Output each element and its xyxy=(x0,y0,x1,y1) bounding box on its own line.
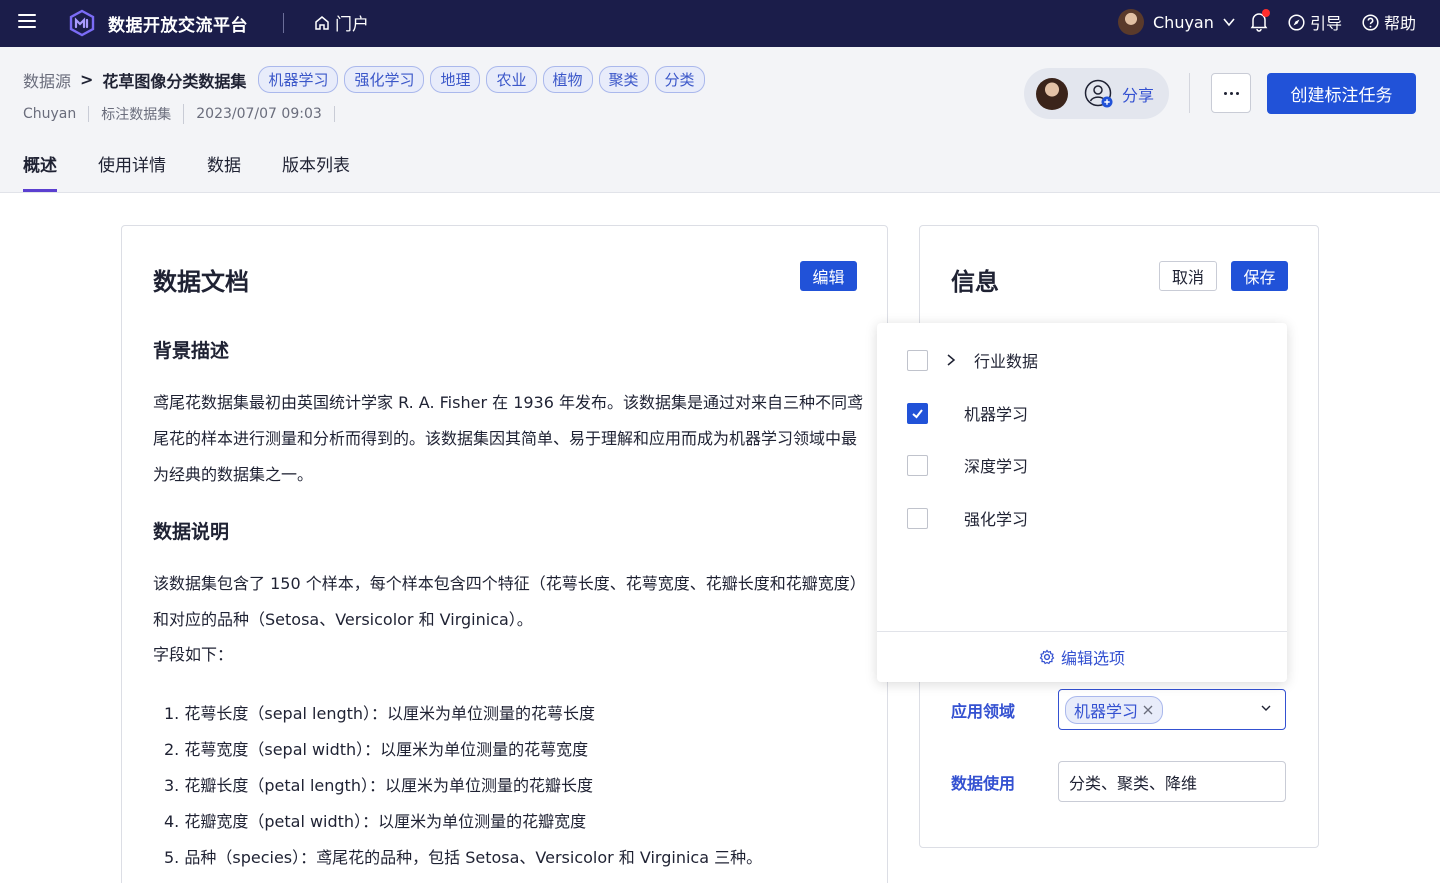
nav-divider xyxy=(283,13,284,33)
check-icon xyxy=(912,408,923,418)
user-name: Chuyan xyxy=(1153,12,1214,32)
meta-datetime: 2023/07/07 09:03 xyxy=(184,106,335,122)
option-deep-learning[interactable]: 深度学习 xyxy=(907,453,1028,477)
info-title: 信息 xyxy=(951,268,999,296)
more-dot xyxy=(1223,91,1227,95)
meta-owner: Chuyan xyxy=(23,106,90,122)
help-label: 帮助 xyxy=(1384,14,1417,33)
more-dot xyxy=(1229,91,1233,95)
selected-chip: 机器学习 xyxy=(1065,695,1164,724)
edit-button[interactable]: 编辑 xyxy=(800,261,857,291)
tag: 机器学习 xyxy=(258,66,339,93)
data-document-card: 数据文档 编辑 背景描述 鸢尾花数据集最初由英国统计学家 R. A. Fishe… xyxy=(121,225,888,883)
portal-link[interactable]: 门户 xyxy=(314,10,369,35)
list-item: 花瓣长度（petal length）：以厘米为单位测量的花瓣长度 xyxy=(164,768,762,804)
domain-dropdown: 行业数据 机器学习 深度学习 强化学习 编辑选项 xyxy=(877,323,1287,682)
usage-field-row: 数据使用 分类、聚类、降维 xyxy=(951,761,1286,802)
breadcrumb-root[interactable]: 数据源 xyxy=(23,68,71,92)
more-button[interactable] xyxy=(1211,73,1251,113)
checkbox[interactable] xyxy=(907,454,928,476)
section-title-background: 背景描述 xyxy=(153,340,230,362)
checkbox-checked[interactable] xyxy=(907,402,928,424)
more-dot xyxy=(1235,91,1239,95)
dataset-header: 数据源 > 花草图像分类数据集 机器学习 强化学习 地理 农业 植物 聚类 分类… xyxy=(0,47,1440,193)
chevron-down-icon xyxy=(1223,18,1235,27)
share-button[interactable]: 分享 xyxy=(1024,68,1169,119)
edit-options-button[interactable]: 编辑选项 xyxy=(877,631,1287,682)
home-icon xyxy=(315,15,329,30)
help-link[interactable]: 帮助 xyxy=(1362,10,1416,34)
add-user-icon xyxy=(1084,79,1113,107)
option-label: 行业数据 xyxy=(974,352,1039,371)
platform-name: 数据开放交流平台 xyxy=(108,16,248,36)
tab-usage-details[interactable]: 使用详情 xyxy=(98,151,166,192)
guide-link[interactable]: 引导 xyxy=(1288,10,1342,34)
guide-label: 引导 xyxy=(1310,14,1343,33)
list-item: 花萼长度（sepal length）：以厘米为单位测量的花萼长度 xyxy=(164,696,762,732)
field-list: 花萼长度（sepal length）：以厘米为单位测量的花萼长度 花萼宽度（se… xyxy=(164,696,762,876)
share-label: 分享 xyxy=(1122,85,1155,105)
background-text: 鸢尾花数据集最初由英国统计学家 R. A. Fisher 在 1936 年发布。… xyxy=(153,393,864,484)
usage-field-label: 数据使用 xyxy=(951,773,1016,793)
domain-field-row: 应用领域 机器学习 xyxy=(951,689,1286,730)
menu-icon[interactable] xyxy=(18,14,36,30)
tag: 农业 xyxy=(486,66,537,93)
usage-input[interactable]: 分类、聚类、降维 xyxy=(1058,761,1286,802)
create-annotation-task-button[interactable]: 创建标注任务 xyxy=(1267,73,1416,114)
tag: 分类 xyxy=(654,66,705,93)
user-menu[interactable]: Chuyan xyxy=(1118,9,1235,35)
chevron-right-icon[interactable] xyxy=(940,353,962,367)
save-button[interactable]: 保存 xyxy=(1231,261,1288,291)
breadcrumb-separator: > xyxy=(80,70,94,89)
dataset-title: 花草图像分类数据集 xyxy=(102,71,247,91)
tab-overview[interactable]: 概述 xyxy=(23,151,57,192)
notification-dot xyxy=(1262,9,1270,17)
tag: 聚类 xyxy=(598,66,649,93)
domain-field-label: 应用领域 xyxy=(951,701,1016,721)
option-machine-learning[interactable]: 机器学习 xyxy=(907,401,1028,425)
tab-version-list[interactable]: 版本列表 xyxy=(282,151,350,192)
fields-intro: 字段如下： xyxy=(153,645,234,664)
list-item: 品种（species）：鸢尾花的品种，包括 Setosa、Versicolor … xyxy=(164,840,762,876)
dataset-tags: 机器学习 强化学习 地理 农业 植物 聚类 分类 xyxy=(258,66,705,93)
tag: 强化学习 xyxy=(344,66,425,93)
gear-icon xyxy=(1039,649,1055,665)
notification-button[interactable] xyxy=(1250,9,1270,34)
list-item: 花萼宽度（sepal width）：以厘米为单位测量的花萼宽度 xyxy=(164,732,762,768)
tab-data[interactable]: 数据 xyxy=(207,151,241,192)
tag: 植物 xyxy=(542,66,593,93)
selected-chip-label: 机器学习 xyxy=(1074,701,1139,721)
platform-logo xyxy=(69,9,95,37)
tag: 地理 xyxy=(430,66,481,93)
option-industry-data[interactable]: 行业数据 xyxy=(907,348,1038,372)
chevron-down-icon xyxy=(1261,705,1271,711)
option-label: 机器学习 xyxy=(964,405,1029,424)
close-icon[interactable] xyxy=(1142,704,1154,716)
domain-select[interactable]: 机器学习 xyxy=(1058,689,1286,730)
cancel-button[interactable]: 取消 xyxy=(1159,261,1217,291)
portal-label: 门户 xyxy=(335,15,369,35)
list-item: 花瓣宽度（petal width）：以厘米为单位测量的花瓣宽度 xyxy=(164,804,762,840)
data-description-text: 该数据集包含了 150 个样本，每个样本包含四个特征（花萼长度、花萼宽度、花瓣长… xyxy=(153,574,858,629)
option-label: 强化学习 xyxy=(964,510,1029,529)
tab-bar: 概述 使用详情 数据 版本列表 xyxy=(23,151,350,192)
dataset-meta: Chuyan 标注数据集 2023/07/07 09:03 xyxy=(23,104,335,124)
header-divider xyxy=(1189,73,1190,113)
meta-type: 标注数据集 xyxy=(89,104,185,124)
breadcrumb: 数据源 > 花草图像分类数据集 机器学习 强化学习 地理 农业 植物 聚类 分类 xyxy=(23,66,705,93)
compass-icon xyxy=(1288,13,1305,31)
option-reinforcement-learning[interactable]: 强化学习 xyxy=(907,506,1028,530)
edit-options-label: 编辑选项 xyxy=(1060,649,1125,668)
option-label: 深度学习 xyxy=(964,457,1029,476)
collaborator-avatar xyxy=(1036,77,1068,110)
section-title-data-description: 数据说明 xyxy=(153,521,230,543)
checkbox[interactable] xyxy=(907,349,928,371)
avatar xyxy=(1118,9,1144,35)
top-nav: 数据开放交流平台 门户 Chuyan 引导 帮助 xyxy=(0,0,1440,47)
checkbox[interactable] xyxy=(907,507,928,529)
doc-title: 数据文档 xyxy=(153,268,249,296)
help-icon xyxy=(1362,13,1379,31)
